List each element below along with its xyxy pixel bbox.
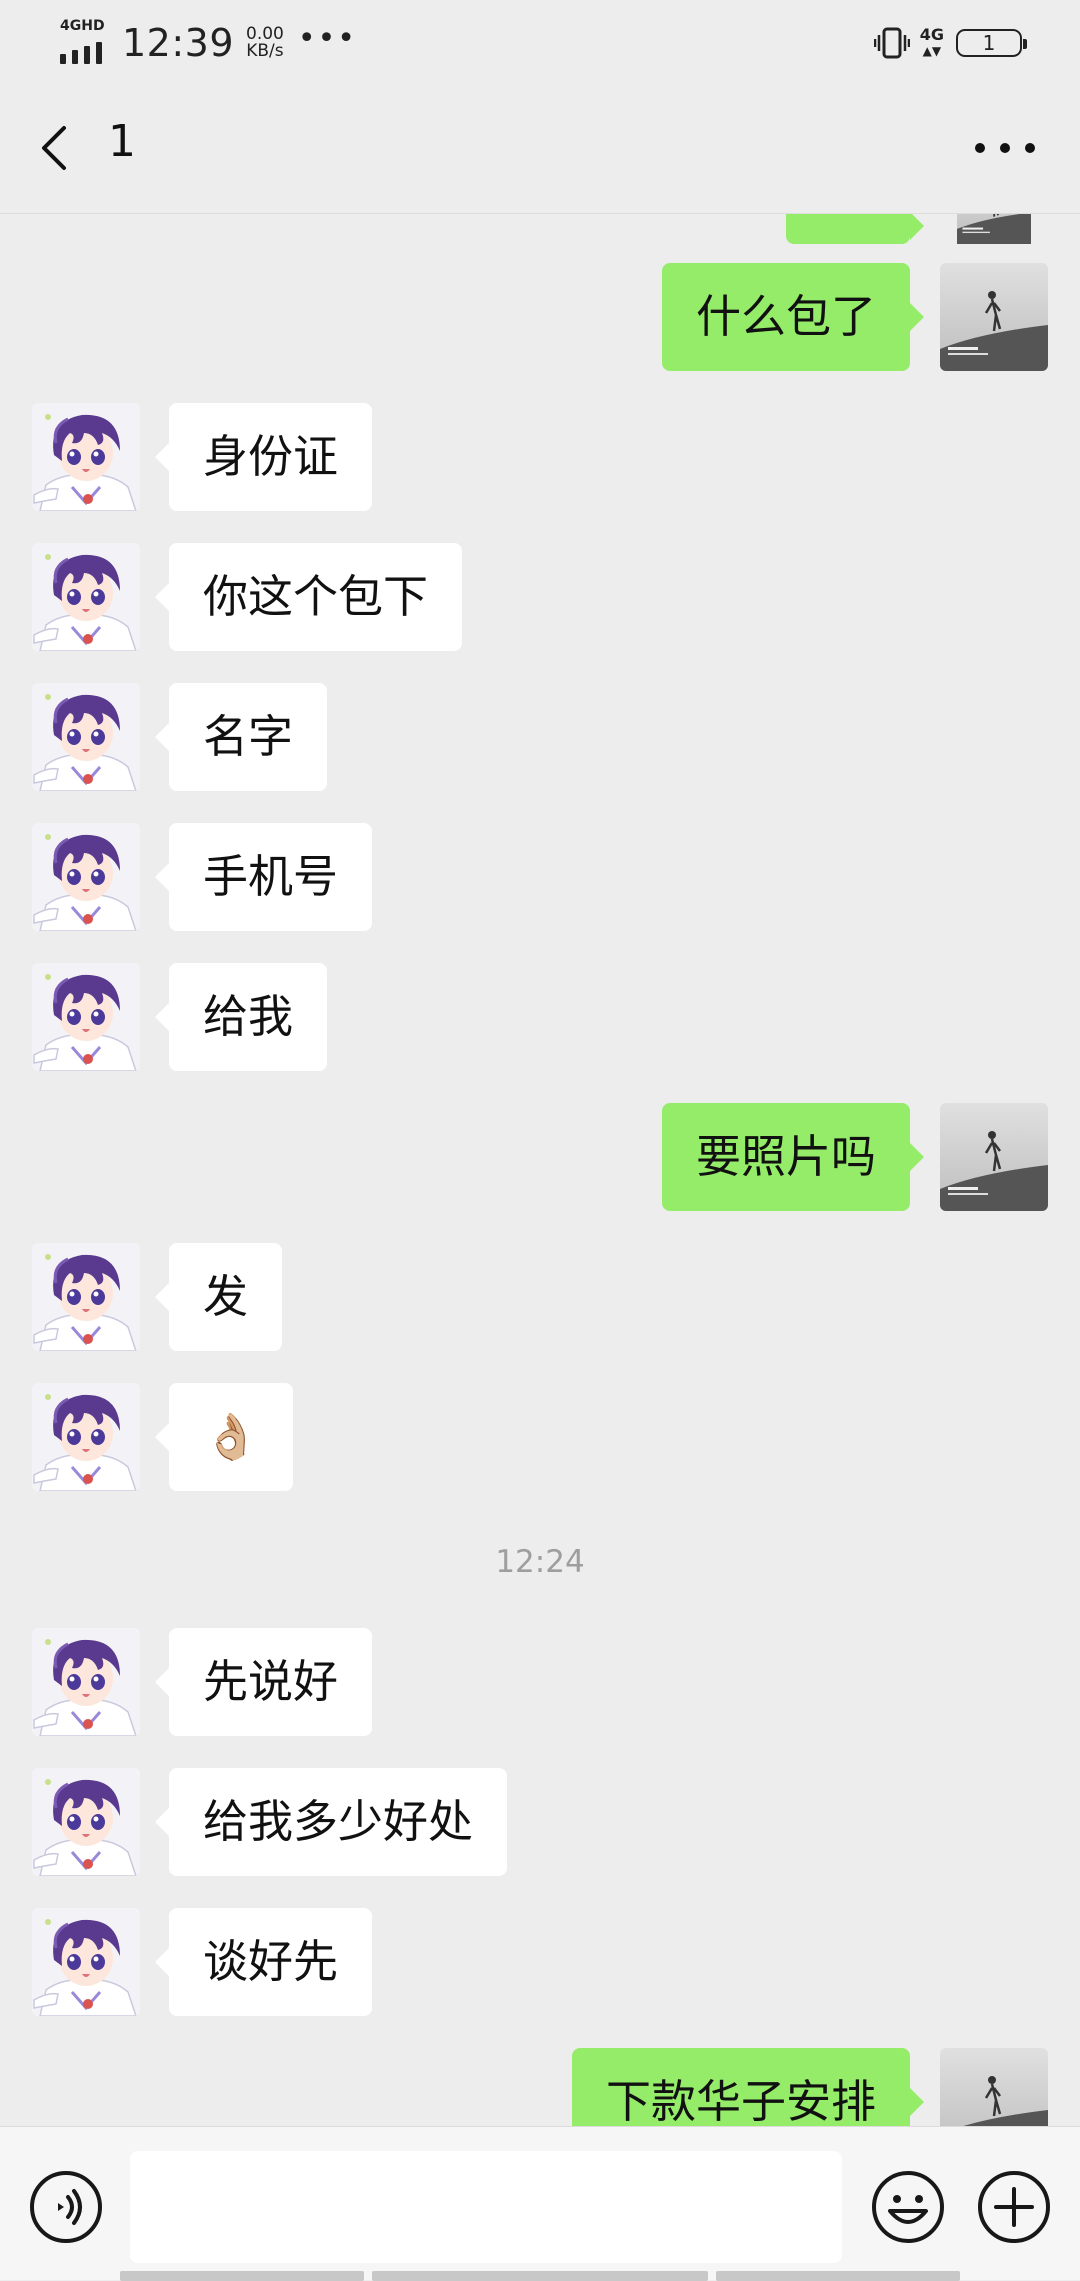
contact-avatar[interactable]: [32, 683, 140, 791]
message-bubble-in[interactable]: 手机号: [154, 823, 373, 931]
message-bubble-out[interactable]: 什么包了: [661, 263, 925, 371]
chevron-left-icon[interactable]: [30, 120, 86, 176]
my-avatar[interactable]: [940, 2048, 1048, 2126]
message-timestamp: 12:24: [495, 1544, 585, 1580]
network-type-label: 4GHD: [60, 18, 105, 34]
battery-level: 1: [982, 31, 996, 55]
contact-avatar[interactable]: [32, 963, 140, 1071]
message-bubble-in[interactable]: 你这个包下: [154, 543, 463, 651]
message-bubble-out[interactable]: 要照片吗: [661, 1103, 925, 1211]
network-4g-label: 4G: [919, 25, 944, 44]
network-4g-indicator: 4G ▲▼: [920, 27, 944, 59]
message-input[interactable]: [130, 2151, 842, 2263]
chat-header: 1: [0, 84, 1080, 214]
message-bubble-in[interactable]: 👌🏼: [154, 1383, 294, 1491]
message-list[interactable]: 什么包了 身份证 你这个包下 名字 手机号 给我 要照片吗 发 👌🏼 12:24…: [0, 214, 1080, 2126]
voice-icon[interactable]: [28, 2169, 104, 2245]
message-bubble-in[interactable]: 谈好先: [154, 1908, 373, 2016]
vibrate-icon: [873, 27, 910, 59]
contact-avatar[interactable]: [32, 403, 140, 511]
clock: 12:39: [122, 21, 235, 65]
my-avatar[interactable]: [940, 214, 1048, 244]
contact-avatar[interactable]: [32, 1383, 140, 1491]
contact-avatar[interactable]: [32, 1243, 140, 1351]
overflow-dots-icon: •••: [297, 20, 357, 56]
message-bubble-in[interactable]: 给我: [154, 963, 328, 1071]
network-speed: 0.00 KB/s: [246, 26, 284, 60]
emoji-icon[interactable]: [870, 2169, 946, 2245]
contact-avatar[interactable]: [32, 1768, 140, 1876]
more-dots-icon[interactable]: [970, 126, 1040, 170]
battery-icon: 1: [956, 29, 1027, 57]
my-avatar[interactable]: [940, 263, 1048, 371]
chat-title: 1: [108, 116, 136, 167]
status-bar: 4GHD 12:39 0.00 KB/s ••• 4G ▲▼ 1: [0, 0, 1080, 84]
contact-avatar[interactable]: [32, 1908, 140, 2016]
message-bubble-in[interactable]: 给我多少好处: [154, 1768, 508, 1876]
plus-icon[interactable]: [976, 2169, 1052, 2245]
data-arrows-icon: ▲▼: [922, 44, 942, 58]
message-bubble-out[interactable]: [786, 214, 924, 244]
my-avatar[interactable]: [940, 1103, 1048, 1211]
message-bubble-out[interactable]: 下款华子安排: [571, 2048, 925, 2126]
speed-unit: KB/s: [246, 41, 284, 61]
contact-avatar[interactable]: [32, 823, 140, 931]
message-bubble-in[interactable]: 名字: [154, 683, 328, 791]
message-bubble-in[interactable]: 先说好: [154, 1628, 373, 1736]
signal-icon: 4GHD: [58, 18, 118, 68]
contact-avatar[interactable]: [32, 543, 140, 651]
message-bubble-in[interactable]: 身份证: [154, 403, 373, 511]
contact-avatar[interactable]: [32, 1628, 140, 1736]
input-bar: [0, 2126, 1080, 2281]
message-bubble-in[interactable]: 发: [154, 1243, 283, 1351]
